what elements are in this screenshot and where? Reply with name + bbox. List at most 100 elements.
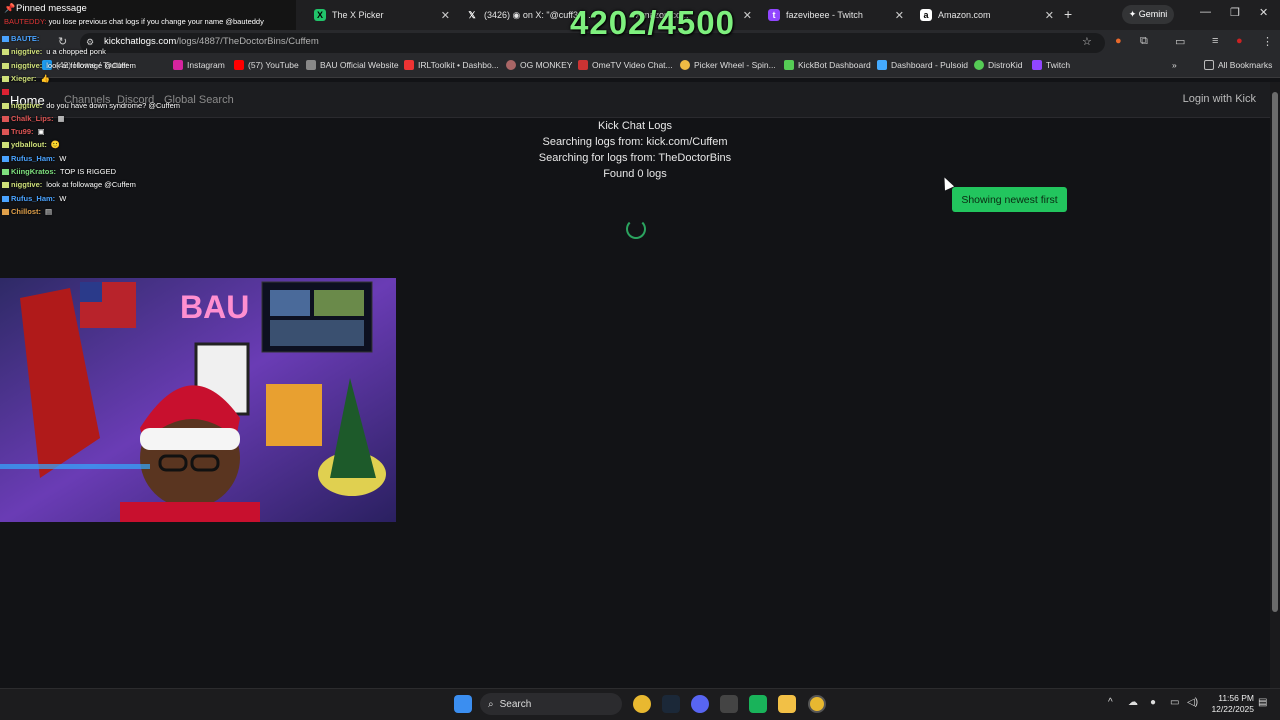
- pulsoid-icon: [877, 60, 887, 70]
- found-count-text: Found 0 logs: [603, 168, 667, 180]
- onedrive-icon[interactable]: ☁: [1128, 697, 1138, 708]
- close-icon[interactable]: ✕: [743, 9, 752, 22]
- all-bookmarks-label: All Bookmarks: [1218, 60, 1273, 70]
- chat-username: ydballout:: [11, 140, 47, 150]
- chat-username: niggtive:: [11, 60, 43, 70]
- instagram-icon: [173, 60, 183, 70]
- sort-order-toast[interactable]: Showing newest first: [952, 187, 1067, 212]
- bookmark-bau[interactable]: BAU Official Website: [306, 60, 399, 70]
- chat-message: niggtive: do you have down syndrome? @Cuf…: [2, 101, 180, 110]
- more-bookmarks-icon[interactable]: »: [1172, 60, 1177, 70]
- chat-text: do you have down syndrome? @Cuffem: [46, 100, 181, 110]
- chat-message: Xieger: 👍: [2, 74, 50, 83]
- bookmark-label: Instagram: [187, 60, 225, 70]
- minimize-icon[interactable]: —: [1200, 6, 1211, 18]
- bookmark-og-monkey[interactable]: OG MONKEY: [506, 60, 572, 70]
- bookmark-star-icon[interactable]: ☆: [1082, 35, 1092, 48]
- url-path: /logs/4887/TheDoctorBins/Cuffem: [176, 36, 319, 47]
- amazon-icon: a: [920, 9, 932, 21]
- bookmark-ometv[interactable]: OmeTV Video Chat...: [578, 60, 673, 70]
- extensions-puzzle-icon[interactable]: ⧉: [1140, 35, 1148, 48]
- tab-label: The X Picker: [332, 10, 384, 20]
- notification-icon[interactable]: ▤: [1258, 697, 1267, 708]
- steam-icon[interactable]: [662, 695, 680, 713]
- bookmark-distrokid[interactable]: DistroKid: [974, 60, 1022, 70]
- pinned-message-text: BAUTEDDY: you lose previous chat logs if…: [4, 17, 264, 26]
- bookmark-twitch[interactable]: Twitch: [1032, 60, 1070, 70]
- chat-message: BAUTE:: [2, 34, 43, 43]
- bookmark-label: BAU Official Website: [320, 60, 399, 70]
- url-text[interactable]: kickchatlogs.com/logs/4887/TheDoctorBins…: [104, 36, 319, 47]
- chat-badge-icon: [2, 208, 9, 215]
- bookmark-youtube[interactable]: (57) YouTube: [234, 60, 299, 70]
- new-tab-button[interactable]: +: [1064, 6, 1072, 22]
- chat-badge-icon: [2, 36, 9, 43]
- bookmark-label: IRLToolkit • Dashbo...: [418, 60, 499, 70]
- chat-message: Tru99: ▣: [2, 127, 45, 136]
- chrome-active-icon[interactable]: [808, 695, 826, 713]
- microphone-icon[interactable]: ●: [1150, 697, 1156, 708]
- split-view-icon[interactable]: ▭: [1175, 35, 1185, 48]
- bookmark-label: OmeTV Video Chat...: [592, 60, 673, 70]
- chat-message: Rufus_Ham: W: [2, 154, 66, 163]
- tray-overflow-icon[interactable]: ^: [1108, 697, 1113, 708]
- profile-avatar-icon[interactable]: ●: [1236, 35, 1243, 47]
- bookmark-label: (57) YouTube: [248, 60, 299, 70]
- tab-x-picker[interactable]: X The X Picker ✕: [306, 4, 456, 26]
- gemini-button[interactable]: ✦ Gemini: [1122, 5, 1174, 24]
- chat-text: W: [59, 153, 67, 163]
- network-icon[interactable]: ▭: [1170, 697, 1179, 708]
- windows-start-icon[interactable]: [454, 695, 472, 713]
- chrome-icon[interactable]: [633, 695, 651, 713]
- chat-username: niggtive:: [11, 47, 43, 57]
- chat-username: Tru99:: [11, 127, 34, 137]
- file-explorer-icon[interactable]: [778, 695, 796, 713]
- close-icon[interactable]: ✕: [1045, 9, 1054, 22]
- bookmark-irltoolkit[interactable]: IRLToolkit • Dashbo...: [404, 60, 499, 70]
- volume-icon[interactable]: ◁): [1187, 697, 1198, 708]
- neon-sign: BAU: [180, 289, 249, 325]
- extension-icon[interactable]: ●: [1115, 35, 1122, 47]
- login-with-kick-link[interactable]: Login with Kick: [1183, 93, 1256, 105]
- tab-twitch[interactable]: t fazevibeee - Twitch ✕: [760, 4, 910, 26]
- webcam-scene: BAU: [0, 278, 396, 522]
- restore-icon[interactable]: ❐: [1230, 6, 1240, 19]
- bookmark-label: Dashboard - Pulsoid: [891, 60, 969, 70]
- tab-amazon-2[interactable]: a Amazon.com ✕: [912, 4, 1060, 26]
- searching-channel-text: Searching logs from: kick.com/Cuffem: [542, 136, 728, 148]
- close-icon[interactable]: ✕: [895, 9, 904, 22]
- taskbar-clock[interactable]: 11:56 PM 12/22/2025: [1206, 693, 1254, 715]
- close-window-icon[interactable]: ✕: [1259, 6, 1268, 19]
- chat-text: 🙂: [50, 140, 61, 150]
- pin-icon: 📌: [4, 3, 16, 13]
- chat-username: BAUTE:: [11, 34, 40, 43]
- chat-badge-icon: [2, 155, 9, 162]
- url-host: kickchatlogs.com: [104, 36, 177, 47]
- discord-icon[interactable]: [691, 695, 709, 713]
- menu-icon[interactable]: ⋮: [1262, 35, 1273, 48]
- chat-badge-icon: [2, 89, 9, 96]
- chat-text: 👍: [40, 73, 50, 83]
- media-control-icon[interactable]: ≡: [1212, 35, 1218, 47]
- clock-date: 12/22/2025: [1211, 704, 1254, 714]
- bookmark-pulsoid[interactable]: Dashboard - Pulsoid: [877, 60, 968, 70]
- bookmark-instagram[interactable]: Instagram: [173, 60, 225, 70]
- folder-icon: [1204, 60, 1214, 70]
- kick-app-icon[interactable]: [749, 695, 767, 713]
- bookmark-picker-wheel[interactable]: Picker Wheel - Spin...: [680, 60, 776, 70]
- close-icon[interactable]: ✕: [441, 9, 450, 22]
- tab-label: Amazon.com: [938, 10, 991, 20]
- chat-badge-icon: [2, 129, 9, 136]
- pinned-user: BAUTEDDY:: [4, 17, 47, 26]
- ometv-icon: [578, 60, 588, 70]
- irltoolkit-icon: [404, 60, 414, 70]
- bau-icon: [306, 60, 316, 70]
- chat-username: niggtive:: [11, 100, 43, 110]
- scrollbar-thumb[interactable]: [1272, 92, 1278, 612]
- obs-icon[interactable]: [720, 695, 738, 713]
- chat-username: Rufus_Ham:: [11, 153, 56, 163]
- all-bookmarks[interactable]: All Bookmarks: [1204, 60, 1272, 70]
- bookmark-kickbot[interactable]: KickBot Dashboard: [784, 60, 871, 70]
- taskbar-search[interactable]: ⌕ Search: [480, 693, 622, 715]
- x-logo-icon: 𝕏: [468, 9, 476, 20]
